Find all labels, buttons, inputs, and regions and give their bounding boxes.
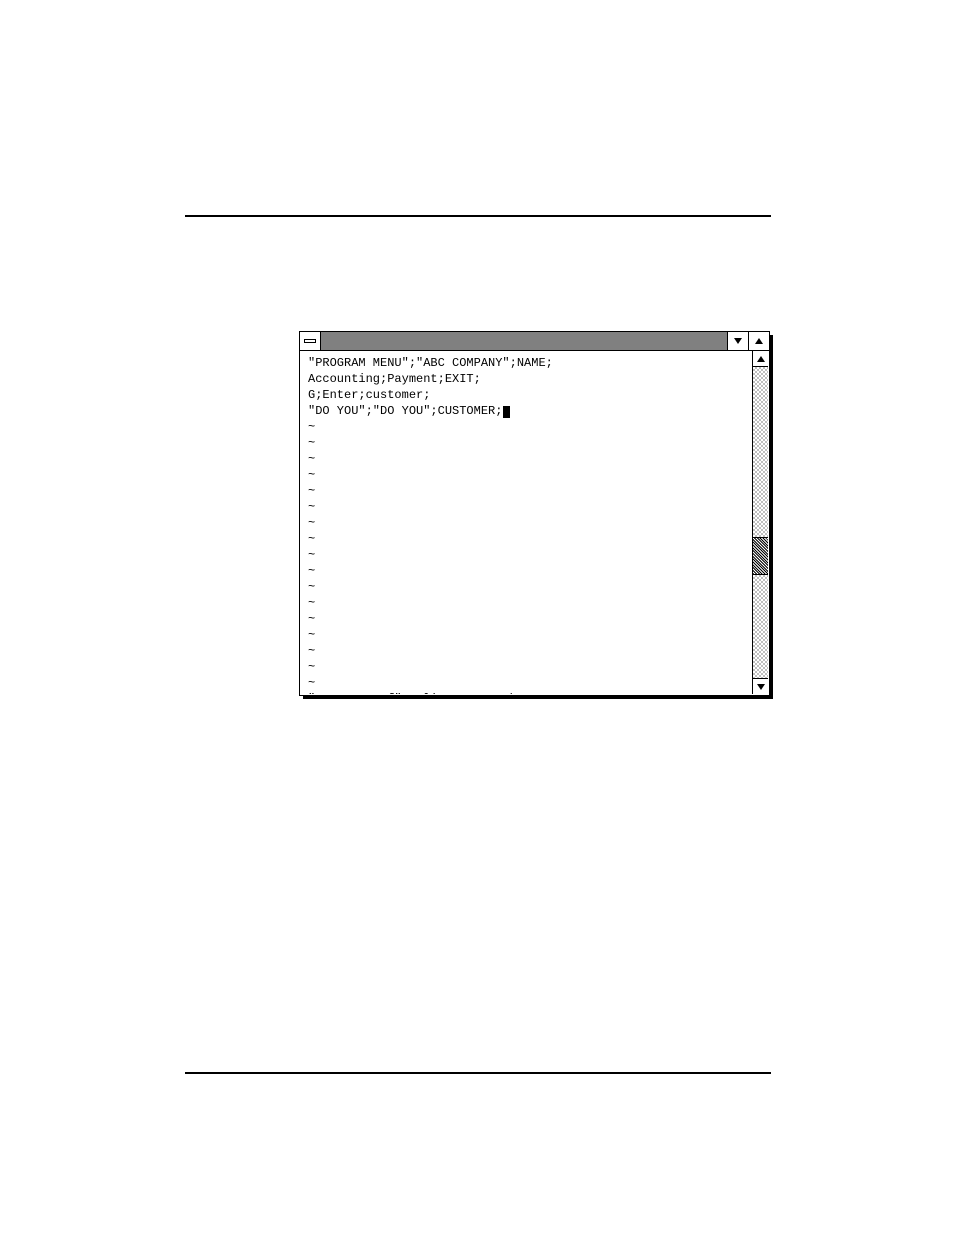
divider-top [185,215,771,217]
editor-empty-line: ~ [308,531,749,547]
scroll-down-button[interactable] [753,678,768,694]
page: "PROGRAM MENU";"ABC COMPANY";NAME;Accoun… [0,0,954,1235]
editor-empty-line: ~ [308,675,749,691]
editor-viewport[interactable]: "PROGRAM MENU";"ABC COMPANY";NAME;Accoun… [301,351,752,694]
editor-empty-line: ~ [308,579,749,595]
window-shadow-bottom [303,696,773,699]
editor-empty-line: ~ [308,515,749,531]
editor-empty-line: ~ [308,467,749,483]
divider-bottom [185,1072,771,1074]
editor-empty-line: ~ [308,643,749,659]
terminal-window: "PROGRAM MENU";"ABC COMPANY";NAME;Accoun… [299,331,770,696]
editor-empty-line: ~ [308,435,749,451]
editor-empty-line: ~ [308,563,749,579]
titlebar-fill[interactable] [321,332,727,350]
minimize-button[interactable] [727,332,748,350]
editor-empty-line: ~ [308,611,749,627]
editor-line: Accounting;Payment;EXIT; [308,371,749,387]
editor-line: "DO YOU";"DO YOU";CUSTOMER; [308,403,749,419]
system-menu-icon[interactable] [300,332,321,350]
editor-empty-line: ~ [308,659,749,675]
vertical-scrollbar[interactable] [752,351,768,694]
editor-line: G;Enter;customer; [308,387,749,403]
editor-empty-line: ~ [308,547,749,563]
window-shadow-right [770,335,773,699]
cursor [503,406,510,418]
editor-status-line: "screen.conf" 4 lines, 106 characters [308,691,749,694]
editor-empty-line: ~ [308,627,749,643]
scroll-up-button[interactable] [753,351,768,367]
editor-empty-line: ~ [308,419,749,435]
editor-empty-line: ~ [308,483,749,499]
client-wrap: "PROGRAM MENU";"ABC COMPANY";NAME;Accoun… [301,351,768,694]
editor-empty-line: ~ [308,451,749,467]
scroll-track[interactable] [753,367,768,678]
titlebar [300,332,769,351]
maximize-button[interactable] [748,332,769,350]
editor-line: "PROGRAM MENU";"ABC COMPANY";NAME; [308,355,749,371]
window-frame: "PROGRAM MENU";"ABC COMPANY";NAME;Accoun… [299,331,770,696]
scroll-thumb[interactable] [753,537,768,575]
editor-empty-line: ~ [308,499,749,515]
editor-empty-line: ~ [308,595,749,611]
